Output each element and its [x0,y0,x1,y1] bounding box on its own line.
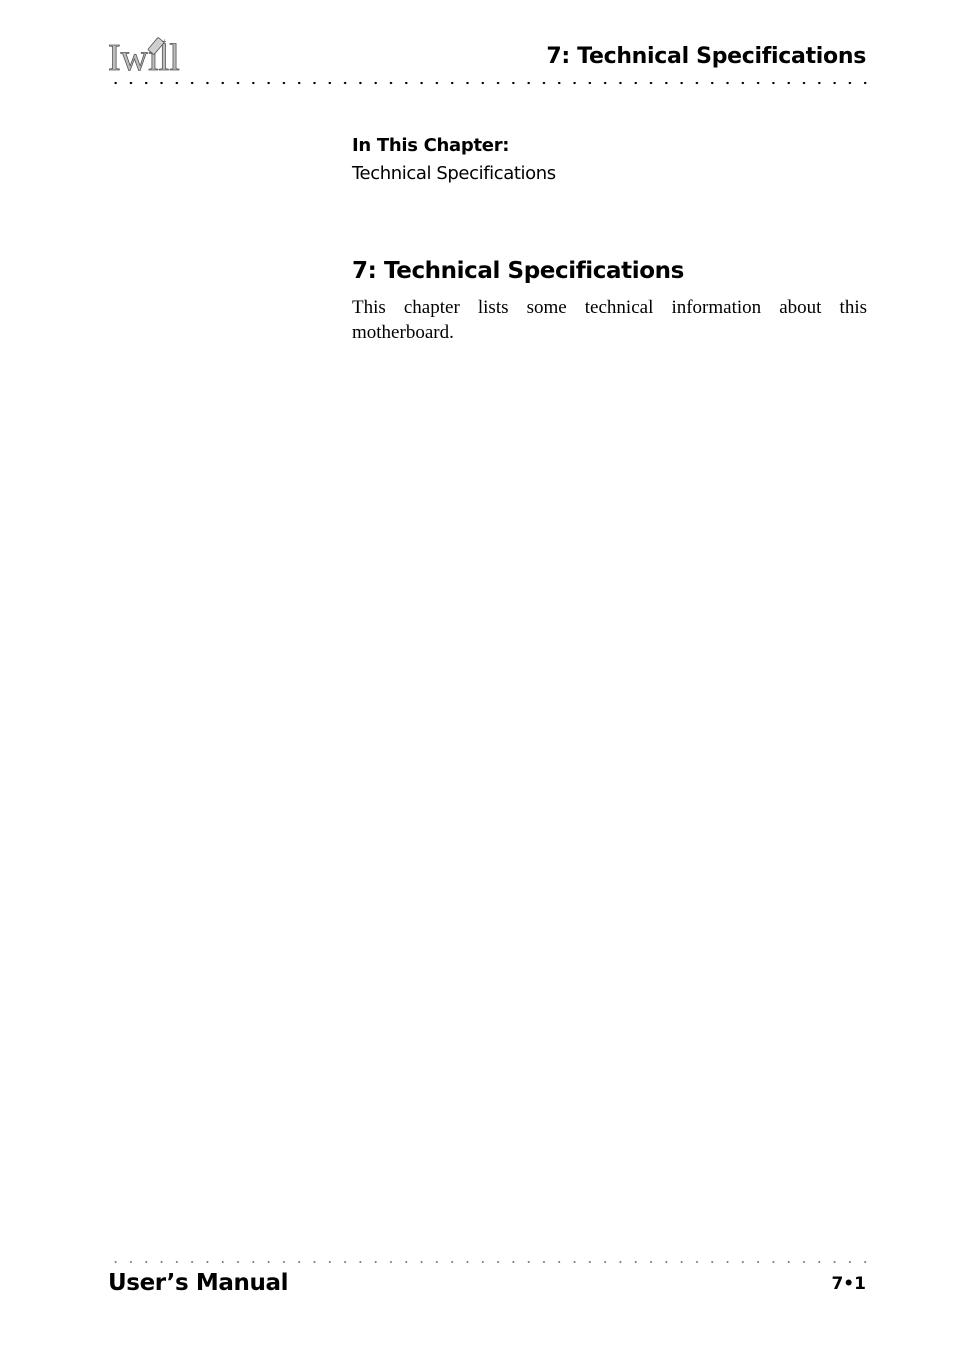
svg-text:+: + [162,37,167,46]
section-title: 7: Technical Specifications [352,258,684,284]
logo-icon: Iwill + [108,37,181,80]
footer-divider [108,1260,868,1264]
iwill-logo: Iwill + [108,34,181,80]
in-this-chapter-label: In This Chapter: [352,135,510,156]
page-number: 7•1 [831,1274,866,1294]
header-chapter-title: 7: Technical Specifications [546,44,866,69]
footer-title: User’s Manual [108,1270,289,1296]
logo-text: Iwill [108,37,180,76]
chapter-item: Technical Specifications [352,163,556,184]
section-body: This chapter lists some technical inform… [352,297,867,343]
header-divider [108,81,868,85]
